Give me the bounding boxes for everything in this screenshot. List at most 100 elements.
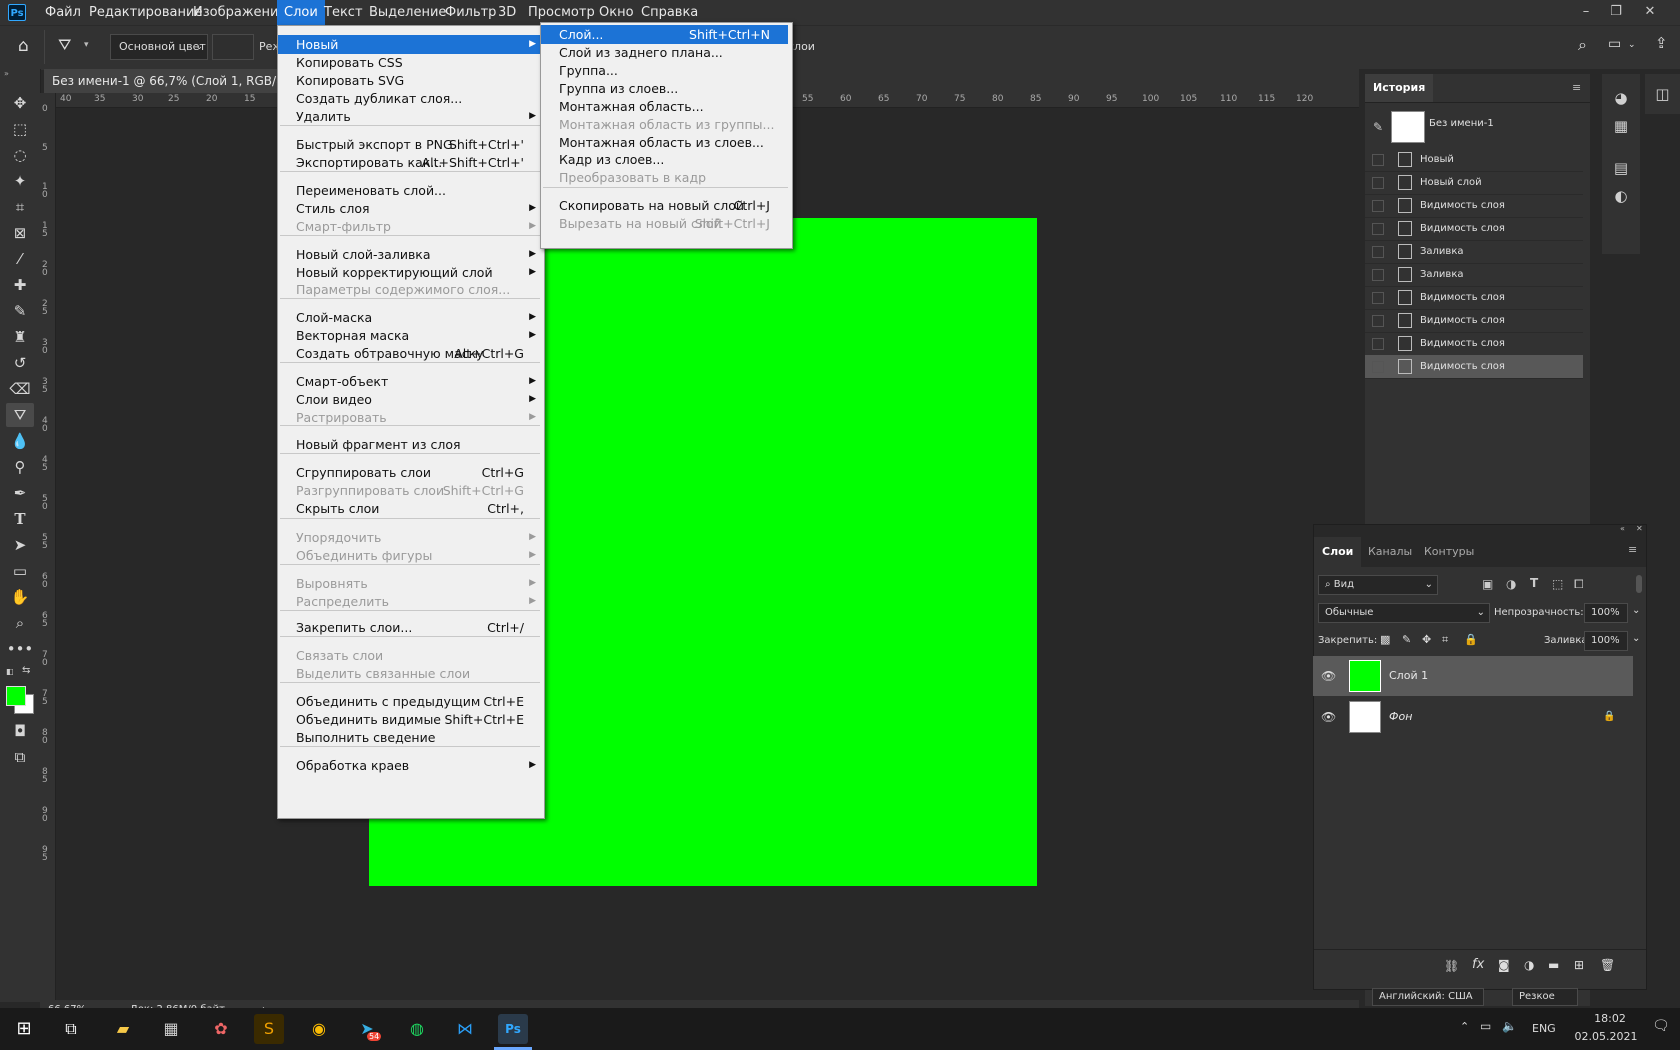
app-icon[interactable]: ✿ — [206, 1014, 236, 1044]
new-layer-icon[interactable]: ⊞ — [1574, 958, 1584, 972]
layer-menu-item[interactable]: Связать слои — [278, 646, 542, 665]
add-mask-icon[interactable]: ◙ — [1498, 958, 1510, 972]
adjustment-filter-icon[interactable]: ◑ — [1506, 577, 1516, 591]
layer-menu-item[interactable]: Объединить с предыдущим Ctrl+E — [278, 692, 542, 711]
layer-menu-item[interactable]: Выровнять ▶ — [278, 574, 542, 593]
zoom-tool-icon[interactable]: ⌕ — [6, 611, 34, 635]
layer-menu-item[interactable]: Растрировать ▶ — [278, 408, 542, 427]
layer-menu-item[interactable]: Экспортировать как... Alt+Shift+Ctrl+' — [278, 153, 542, 172]
visibility-eye-icon[interactable]: 👁 — [1321, 697, 1336, 737]
history-source-checkbox[interactable] — [1372, 246, 1384, 258]
layer-filter-select[interactable]: ⌕ Вид ⌄ — [1318, 575, 1438, 595]
path-selection-tool-icon[interactable]: ➤ — [6, 533, 34, 557]
paint-bucket-tool-icon[interactable]: ⛛ — [6, 403, 34, 427]
chrome-icon[interactable]: ◉ — [304, 1014, 334, 1044]
properties-panel-icon[interactable]: ◫ — [1645, 80, 1680, 108]
layer-menu-item[interactable]: Смарт-объект ▶ — [278, 372, 542, 391]
opacity-input[interactable]: 100% — [1584, 603, 1628, 623]
layer-menu-item[interactable]: Распределить ▶ — [278, 592, 542, 611]
tool-preset-chevron-icon[interactable]: ▾ — [84, 40, 89, 50]
paint-bucket-icon[interactable]: ⛛ — [58, 35, 71, 55]
close-icon[interactable]: ✕ — [1640, 2, 1660, 22]
blend-mode-select[interactable]: Обычные ⌄ — [1318, 603, 1490, 623]
move-tool-icon[interactable]: ✥ — [6, 91, 34, 115]
history-source-checkbox[interactable] — [1372, 338, 1384, 350]
layer-row-background[interactable]: 👁 Фон 🔒 — [1313, 697, 1633, 737]
tab-layers[interactable]: Слои — [1314, 537, 1362, 567]
history-source-checkbox[interactable] — [1372, 361, 1384, 373]
marquee-tool-icon[interactable]: ⬚ — [6, 117, 34, 141]
lock-all-icon[interactable]: 🔒 — [1464, 633, 1478, 646]
spotify-icon[interactable]: ◍ — [402, 1014, 432, 1044]
search-icon[interactable]: ⌕ — [1578, 35, 1587, 55]
eyedropper-tool-icon[interactable]: ⁄ — [6, 247, 34, 271]
frame-tool-icon[interactable]: ⊠ — [6, 221, 34, 245]
input-language[interactable]: ENG — [1532, 1022, 1556, 1035]
swatches-panel-icon[interactable]: ▦ — [1602, 112, 1640, 140]
fill-input[interactable]: 100% — [1584, 631, 1628, 651]
history-source-checkbox[interactable] — [1372, 200, 1384, 212]
collapse-panel-icon[interactable]: « — [1620, 524, 1625, 533]
tab-paths[interactable]: Контуры — [1416, 537, 1482, 567]
history-source-checkbox[interactable] — [1372, 269, 1384, 281]
dodge-tool-icon[interactable]: ⚲ — [6, 455, 34, 479]
task-view-icon[interactable]: ⧉ — [56, 1014, 86, 1044]
history-tab[interactable]: История — [1365, 74, 1434, 102]
history-item[interactable]: Видимость слоя — [1365, 217, 1583, 241]
new-submenu-item[interactable]: Слой из заднего плана... — [541, 43, 788, 62]
rectangle-tool-icon[interactable]: ▭ — [6, 559, 34, 583]
layer-menu-item[interactable]: Создать обтравочную маску Alt+Ctrl+G — [278, 344, 542, 363]
tab-channels[interactable]: Каналы — [1360, 537, 1420, 567]
layer-menu-item[interactable]: Быстрый экспорт в PNG Shift+Ctrl+' — [278, 135, 542, 154]
libraries-panel-icon[interactable]: ▤ — [1602, 154, 1640, 182]
pixel-filter-icon[interactable]: ▣ — [1482, 577, 1493, 591]
volume-icon[interactable]: 🔈 — [1502, 1019, 1517, 1033]
layer-menu-item[interactable]: Обработка краев ▶ — [278, 756, 542, 775]
lock-transparent-icon[interactable]: ▩ — [1380, 633, 1390, 646]
layer-menu-item[interactable]: Разгруппировать слои Shift+Ctrl+G — [278, 481, 542, 500]
screen-mode-icon[interactable]: ⧉ — [6, 745, 34, 769]
history-item[interactable]: Заливка — [1365, 240, 1583, 264]
pen-tool-icon[interactable]: ✒ — [6, 481, 34, 505]
quick-mask-icon[interactable]: ◘ — [6, 719, 34, 743]
pattern-picker[interactable] — [212, 34, 254, 60]
collapse-tools-icon[interactable]: » — [4, 69, 9, 78]
minimize-icon[interactable]: – — [1576, 2, 1596, 22]
network-icon[interactable]: ▭ — [1480, 1019, 1491, 1033]
tray-chevron-icon[interactable]: ⌃ — [1460, 1020, 1469, 1033]
workspace-icon[interactable]: ▭ — [1608, 36, 1621, 52]
type-tool-icon[interactable]: T — [6, 507, 34, 531]
layer-menu-item[interactable]: Сгруппировать слои Ctrl+G — [278, 463, 542, 482]
workspace-chevron-icon[interactable]: ⌄ — [1628, 40, 1636, 50]
layer-menu-item[interactable]: Копировать CSS — [278, 53, 542, 72]
color-panel-icon[interactable]: ◕ — [1602, 84, 1640, 112]
history-item[interactable]: Новый слой — [1365, 171, 1583, 195]
shape-filter-icon[interactable]: ⬚ — [1552, 577, 1563, 591]
smart-object-filter-icon[interactable]: ⧠ — [1574, 577, 1584, 592]
new-submenu-item[interactable]: Монтажная область... — [541, 97, 788, 116]
history-source-checkbox[interactable] — [1372, 177, 1384, 189]
history-item[interactable]: Заливка — [1365, 263, 1583, 287]
home-icon[interactable]: ⌂ — [18, 36, 29, 56]
sublime-text-icon[interactable]: S — [254, 1014, 284, 1044]
stamp-tool-icon[interactable]: ♜ — [6, 325, 34, 349]
healing-brush-tool-icon[interactable]: ✚ — [6, 273, 34, 297]
adjustments-panel-icon[interactable]: ◐ — [1602, 182, 1640, 210]
link-layers-icon[interactable]: ⛓ — [1444, 959, 1459, 973]
new-submenu-item[interactable]: Группа из слоев... — [541, 79, 788, 98]
blur-tool-icon[interactable]: 💧 — [6, 429, 34, 453]
snapshot-thumbnail[interactable] — [1391, 111, 1425, 143]
history-item[interactable]: Видимость слоя — [1365, 355, 1583, 379]
layer-menu-item[interactable]: Копировать SVG — [278, 71, 542, 90]
vscode-icon[interactable]: ⋈ — [450, 1014, 480, 1044]
menu-file[interactable]: Файл — [38, 0, 88, 25]
layer-menu-item[interactable]: Объединить видимые Shift+Ctrl+E — [278, 710, 542, 729]
new-submenu-item[interactable]: Преобразовать в кадр — [541, 168, 788, 187]
fill-source-select[interactable]: Основной цвет ⌄ — [110, 34, 208, 60]
eraser-tool-icon[interactable]: ⌫ — [6, 377, 34, 401]
layer-row-1[interactable]: 👁 Слой 1 — [1313, 656, 1633, 696]
new-submenu-item[interactable]: Вырезать на новый слой Shift+Ctrl+J — [541, 214, 788, 233]
crop-tool-icon[interactable]: ⌗ — [6, 195, 34, 219]
brush-tool-icon[interactable]: ✎ — [6, 299, 34, 323]
layer-menu-item[interactable]: Создать дубликат слоя... — [278, 89, 542, 108]
